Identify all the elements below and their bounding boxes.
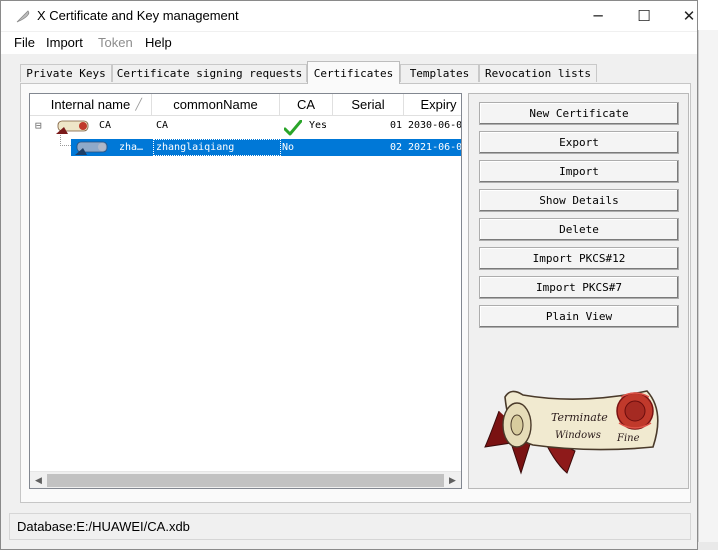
title-bar: X Certificate and Key management ─ ☐ ✕ [1,1,697,31]
logo-text-line1: Terminate [551,411,608,424]
certificate-icon [75,141,108,155]
menu-token[interactable]: Token [98,35,133,50]
scroll-right-icon[interactable]: ▶ [444,472,461,488]
certificate-scroll-logo: Terminate Windows Fine [484,390,659,475]
cell-serial: 02 [390,142,403,153]
minimize-button[interactable]: ─ [575,1,621,31]
maximize-button[interactable]: ☐ [621,1,667,31]
tab-certificate-signing-requests[interactable]: Certificate signing requests [112,64,307,82]
horizontal-scrollbar[interactable]: ◀ ▶ [30,471,461,488]
tab-templates[interactable]: Templates [400,64,479,82]
export-button[interactable]: Export [479,131,679,154]
scroll-left-icon[interactable]: ◀ [30,472,47,488]
table-row-selected[interactable]: zha… zhanglaiqiang No 02 2021-06-0 [71,139,462,156]
column-label: Internal name [50,97,131,112]
window-title: X Certificate and Key management [37,8,239,23]
cell-common-name: zhanglaiqiang [156,142,235,153]
certificate-icon [56,120,89,134]
column-header-internal-name[interactable]: Internal name ╱ [30,94,152,116]
cell-internal-name: zha… [119,142,144,153]
cell-internal-name: CA [99,120,112,131]
column-header-expiry[interactable]: Expiry [404,94,461,116]
status-database-path: Database:E:/HUAWEI/CA.xdb [17,519,190,534]
show-details-button[interactable]: Show Details [479,189,679,212]
scrollbar-thumb[interactable] [47,474,444,487]
plain-view-button[interactable]: Plain View [479,305,679,328]
certificate-tree[interactable]: Internal name ╱ commonName CA Serial Exp… [29,93,462,489]
expand-collapse-icon[interactable]: ⊟ [35,119,42,132]
menu-import[interactable]: Import [46,35,83,50]
import-pkcs7-button[interactable]: Import PKCS#7 [479,276,679,299]
cell-common-name: CA [156,120,169,131]
checkmark-icon [284,120,302,136]
cell-expiry: 2021-06-0 [408,142,462,153]
background-window-right [698,30,718,550]
logo-text-line2: Windows [555,430,601,441]
tab-revocation-lists[interactable]: Revocation lists [479,64,597,82]
menu-help[interactable]: Help [145,35,172,50]
cell-expiry: 2030-06-0 [408,120,462,131]
delete-button[interactable]: Delete [479,218,679,241]
menu-file[interactable]: File [14,35,35,50]
new-certificate-button[interactable]: New Certificate [479,102,679,125]
menu-bar: File Import Token Help [1,32,697,54]
app-feather-icon [16,10,30,23]
cell-serial: 01 [390,120,403,131]
logo-text-line3: Fine [616,433,640,444]
main-window: X Certificate and Key management ─ ☐ ✕ F… [0,0,698,550]
tab-certificates[interactable]: Certificates [307,61,400,84]
table-row[interactable]: ⊟ CA CA Yes 01 2030-06-0 [30,117,462,136]
import-pkcs12-button[interactable]: Import PKCS#12 [479,247,679,270]
column-header-serial[interactable]: Serial [333,94,404,116]
close-button[interactable]: ✕ [666,1,712,31]
column-header-ca[interactable]: CA [280,94,333,116]
sort-indicator-icon: ╱ [135,99,142,111]
tree-connector [60,135,71,146]
cell-ca: Yes [309,120,328,131]
column-header-commonname[interactable]: commonName [152,94,280,116]
tab-private-keys[interactable]: Private Keys [20,64,112,82]
cell-ca: No [282,142,295,153]
wax-seal-icon [616,392,654,430]
import-button[interactable]: Import [479,160,679,183]
